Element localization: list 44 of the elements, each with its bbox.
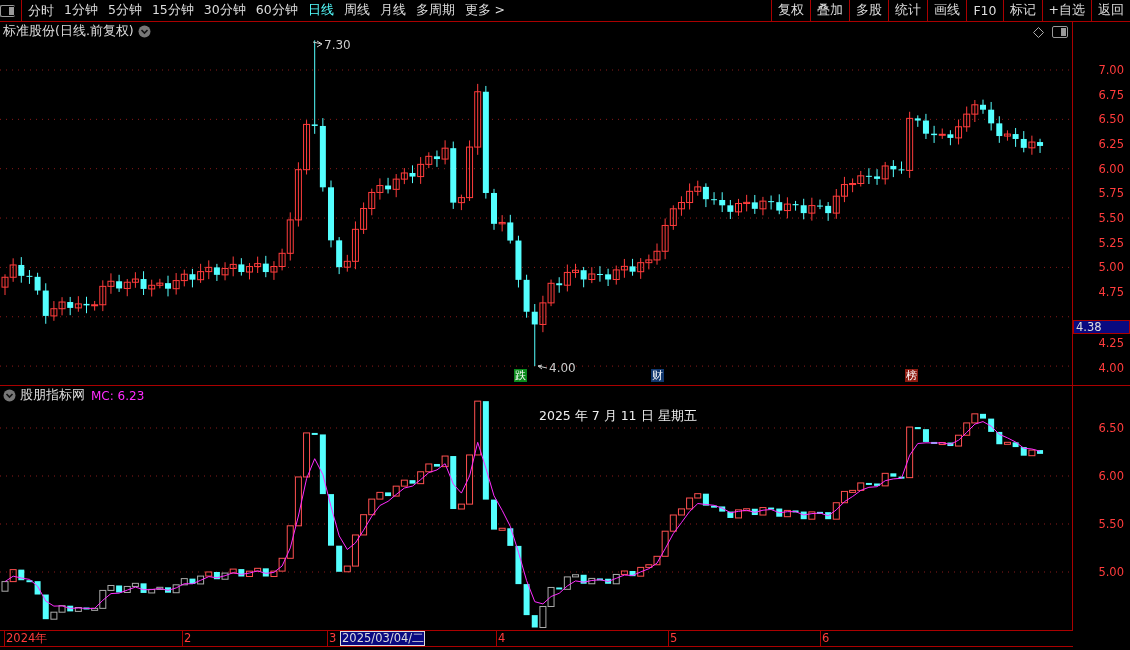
period-tab[interactable]: 更多 > <box>459 2 511 19</box>
price-axis-label: 5.50 <box>1098 211 1124 225</box>
price-axis-label: 7.00 <box>1098 63 1124 77</box>
indicator-title: 股朋指标网 <box>20 387 85 404</box>
price-axis-label: 4.75 <box>1098 285 1124 299</box>
time-axis-label: 6 <box>820 631 830 646</box>
period-tab[interactable]: 多周期 <box>410 2 460 19</box>
period-tab[interactable]: 1分钟 <box>59 2 103 19</box>
current-price-tag: 4.38 <box>1073 319 1130 334</box>
price-axis-label: 4.25 <box>1098 336 1124 351</box>
indicator-value: MC: 6.23 <box>91 388 145 403</box>
high-price-label: 7.30 <box>324 38 351 52</box>
period-tab[interactable]: 15分钟 <box>146 2 199 19</box>
period-tab[interactable]: 5分钟 <box>102 2 147 19</box>
period-tab[interactable]: 30分钟 <box>198 2 251 19</box>
time-axis-label: 3 <box>327 631 337 646</box>
price-axis-label: 6.75 <box>1098 87 1124 102</box>
event-marker[interactable]: 财 <box>651 369 664 382</box>
price-axis-label: 4.00 <box>1098 361 1124 376</box>
time-axis-label: 2025/03/04/二 <box>340 631 426 646</box>
low-price-label: 4.00 <box>549 361 576 375</box>
indicator-axis-label: 6.50 <box>1098 421 1124 435</box>
event-marker[interactable]: 跌 <box>514 369 527 382</box>
period-tab[interactable]: 60分钟 <box>250 2 303 19</box>
period-tab[interactable]: 月线 <box>374 2 411 19</box>
price-axis-label: 5.25 <box>1098 235 1124 250</box>
indicator-axis-label: 6.00 <box>1098 469 1124 483</box>
time-axis-label: 4 <box>496 631 506 646</box>
indicator-axis-label: 5.00 <box>1098 565 1124 579</box>
price-axis-label: 6.50 <box>1098 112 1124 127</box>
price-axis-label: 5.00 <box>1098 260 1124 275</box>
chart-title: 标准股份(日线.前复权) <box>3 23 134 40</box>
price-axis-label: 6.00 <box>1098 161 1124 176</box>
price-axis-label: 6.25 <box>1098 137 1124 151</box>
time-axis-label: 2 <box>182 631 192 646</box>
period-tab[interactable]: 周线 <box>338 2 375 19</box>
time-axis-label: 2024年 <box>4 631 48 646</box>
price-axis-label: 5.75 <box>1098 186 1124 201</box>
time-axis-label: 5 <box>668 631 678 646</box>
event-marker[interactable]: 榜 <box>905 369 918 382</box>
period-tab[interactable]: 分时 <box>21 0 59 21</box>
indicator-axis-label: 5.50 <box>1098 517 1124 531</box>
date-label: 2025 年 7 月 11 日 星期五 <box>539 408 697 425</box>
period-tab[interactable]: 日线 <box>302 2 339 19</box>
